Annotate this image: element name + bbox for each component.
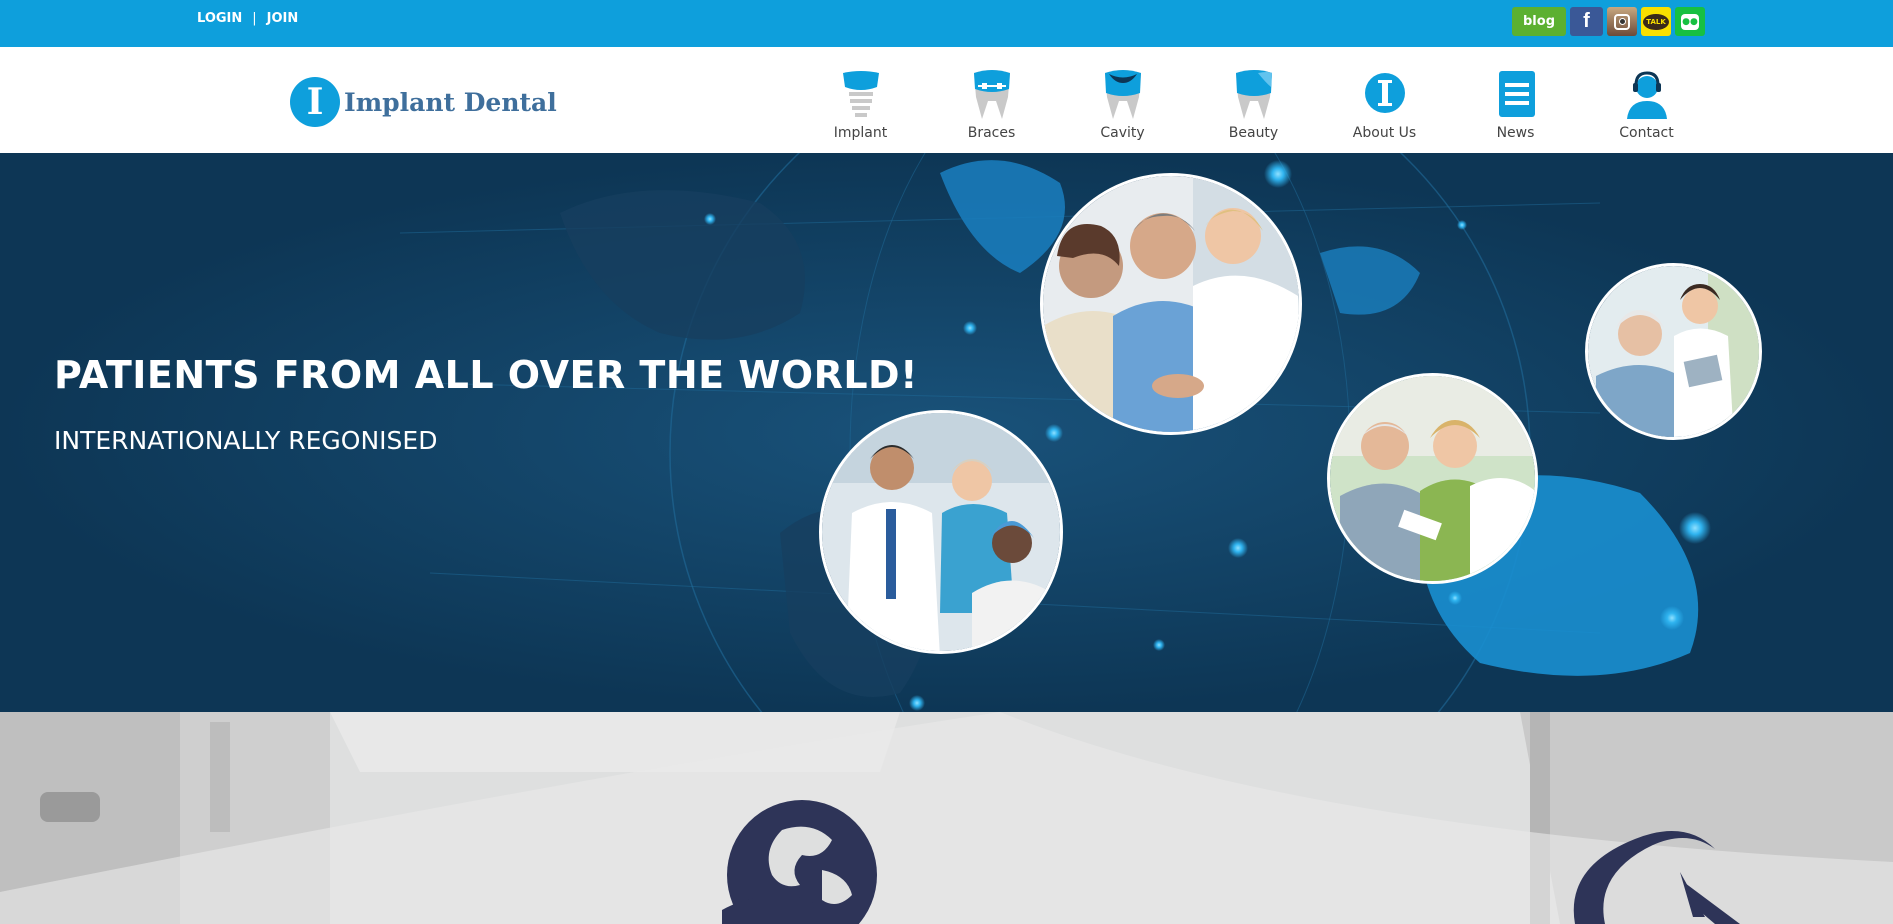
- nav-label-contact: Contact: [1619, 125, 1674, 141]
- top-bar: LOGIN | JOIN blog f TALK ●●: [0, 0, 1893, 47]
- plane-swoosh-icon[interactable]: [1565, 817, 1740, 924]
- doctor-patient-photo: [819, 410, 1063, 654]
- beauty-tooth-icon: [1232, 69, 1276, 121]
- braces-tooth-icon: [970, 69, 1014, 121]
- nav-item-implant[interactable]: Implant: [795, 47, 926, 153]
- account-links: LOGIN | JOIN: [197, 11, 298, 26]
- services-section: [0, 712, 1893, 924]
- kakaotalk-label: TALK: [1643, 13, 1669, 30]
- hero-banner: PATIENTS FROM ALL OVER THE WORLD! INTERN…: [0, 153, 1893, 712]
- site-logo[interactable]: I Implant Dental: [290, 77, 557, 127]
- blog-label: blog: [1523, 14, 1555, 29]
- nav-item-braces[interactable]: Braces: [926, 47, 1057, 153]
- logo-mark-icon: I: [290, 77, 340, 127]
- nav-item-contact[interactable]: Contact: [1581, 47, 1712, 153]
- hero-subtitle: INTERNATIONALLY REGONISED: [54, 426, 438, 455]
- news-list-icon: [1494, 69, 1538, 121]
- implant-tooth-icon: [839, 69, 883, 121]
- info-i-icon: [1363, 69, 1407, 121]
- nav-item-beauty[interactable]: Beauty: [1188, 47, 1319, 153]
- globe-hand-icon[interactable]: [722, 800, 882, 924]
- nav-label-implant: Implant: [833, 125, 888, 141]
- instagram-icon[interactable]: [1607, 7, 1637, 36]
- nav-label-beauty: Beauty: [1228, 125, 1279, 141]
- kakaotalk-icon[interactable]: TALK: [1641, 7, 1671, 36]
- headset-person-icon: [1625, 69, 1669, 121]
- nav-item-cavity[interactable]: Cavity: [1057, 47, 1188, 153]
- facebook-icon[interactable]: f: [1570, 7, 1603, 36]
- hero-title: PATIENTS FROM ALL OVER THE WORLD!: [54, 353, 918, 397]
- nav-label-news: News: [1496, 125, 1535, 141]
- link-separator: |: [252, 11, 257, 26]
- nav-label-about-us: About Us: [1352, 125, 1417, 141]
- nav-label-braces: Braces: [967, 125, 1016, 141]
- patients-handshake-photo: [1040, 173, 1302, 435]
- main-nav: Implant Braces Cavity Beauty About Us Ne…: [795, 47, 1712, 153]
- nav-item-news[interactable]: News: [1450, 47, 1581, 153]
- facebook-label: f: [1583, 10, 1590, 32]
- senior-couple-consult-photo: [1327, 373, 1538, 584]
- nav-item-about-us[interactable]: About Us: [1319, 47, 1450, 153]
- logo-text: Implant Dental: [344, 87, 557, 117]
- site-header: I Implant Dental Implant Braces Cavity B…: [0, 47, 1893, 153]
- blog-icon[interactable]: blog: [1512, 7, 1566, 36]
- nurse-tablet-photo: [1585, 263, 1762, 440]
- line-chat-icon[interactable]: ●●: [1675, 7, 1705, 36]
- login-link[interactable]: LOGIN: [197, 11, 242, 26]
- join-link[interactable]: JOIN: [267, 11, 299, 26]
- social-links: blog f TALK ●●: [1512, 7, 1705, 36]
- nav-label-cavity: Cavity: [1100, 125, 1145, 141]
- cavity-tooth-icon: [1101, 69, 1145, 121]
